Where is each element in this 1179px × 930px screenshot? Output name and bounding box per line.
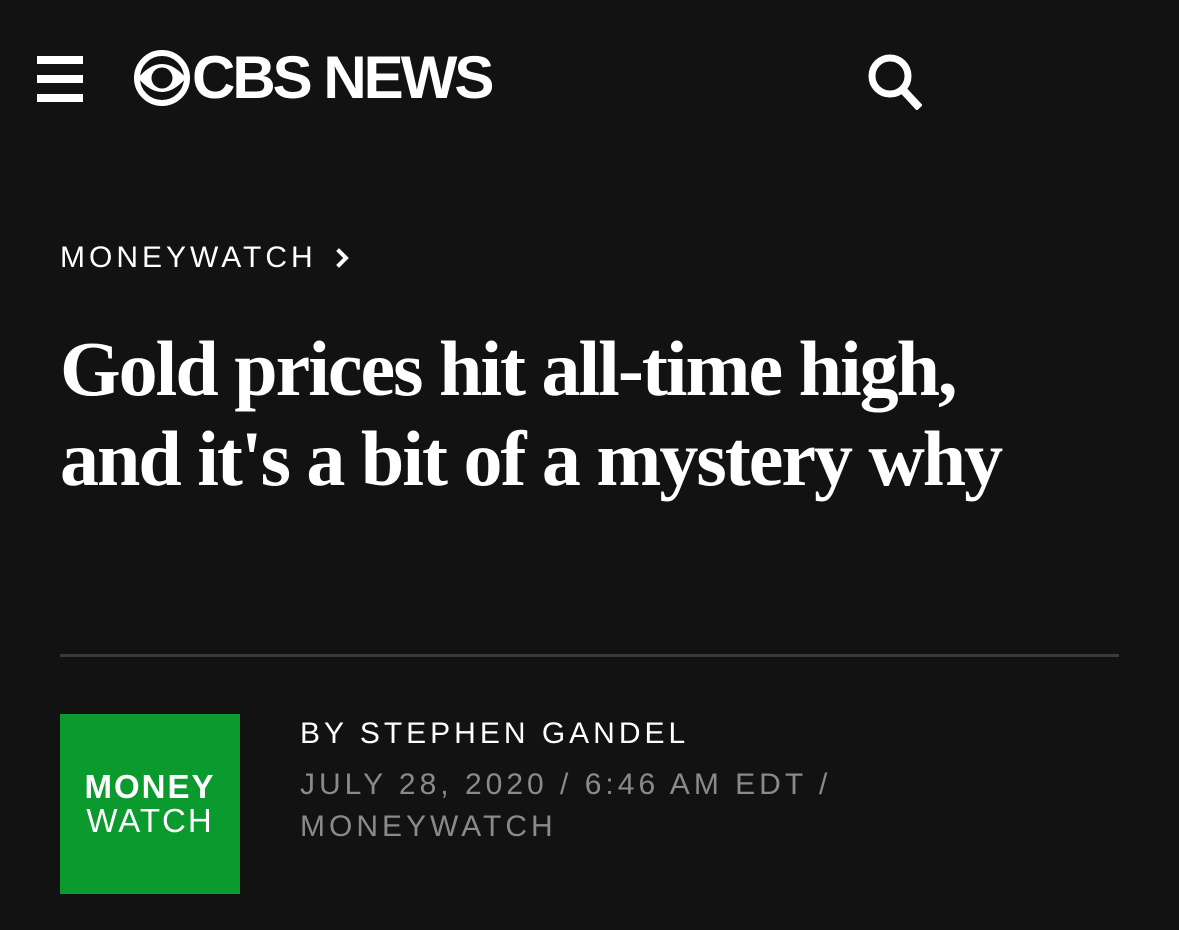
article-headline: Gold prices hit all-time high, and it's … xyxy=(60,325,1003,502)
logo-text: CBS NEWS xyxy=(192,44,494,111)
source-link[interactable]: MONEYWATCH xyxy=(300,810,557,843)
menu-bar-middle xyxy=(37,75,83,83)
article-meta: JULY 28, 2020 / 6:46 AM EDT / MONEYWATCH xyxy=(300,764,920,848)
divider xyxy=(60,654,1119,657)
search-icon[interactable] xyxy=(866,52,923,111)
search-glyph xyxy=(868,54,923,111)
publish-time: 6:46 AM EDT xyxy=(584,768,807,801)
author-byline[interactable]: BY STEPHEN GANDEL xyxy=(300,714,689,754)
menu-bar-bottom xyxy=(37,94,83,102)
meta-separator: / xyxy=(818,768,832,801)
meta-separator: / xyxy=(560,768,573,801)
publish-date: JULY 28, 2020 xyxy=(300,768,548,801)
cbs-eye-icon xyxy=(134,50,190,106)
moneywatch-logo-line2: WATCH xyxy=(86,802,214,839)
cbs-news-logo[interactable]: CBS NEWS xyxy=(134,44,494,111)
chevron-right-icon xyxy=(335,248,349,268)
menu-bar-top xyxy=(37,56,83,64)
moneywatch-logo-line1: MONEY xyxy=(84,768,216,805)
hamburger-menu-icon[interactable] xyxy=(37,56,83,102)
section-label: MONEYWATCH xyxy=(60,241,317,274)
section-link[interactable]: MONEYWATCH xyxy=(60,238,351,278)
moneywatch-logo[interactable]: MONEY WATCH xyxy=(60,714,240,894)
